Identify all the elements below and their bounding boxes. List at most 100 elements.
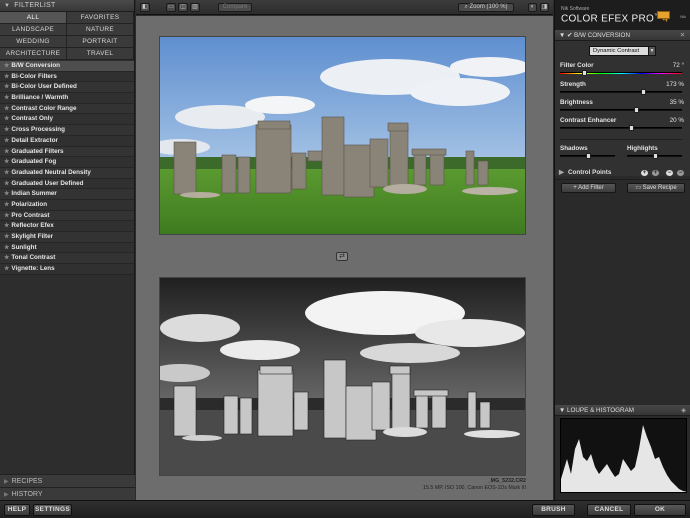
top-toolbar: ◧ ▭ ◫ ▥ Compare ⌕ Zoom (100 %) ◐ ◨ [136, 0, 553, 15]
help-button[interactable]: HELP [4, 504, 30, 516]
compare-button[interactable]: Compare [218, 3, 252, 12]
star-icon[interactable]: ★ [4, 74, 9, 80]
loupe-histogram-header[interactable]: ▼ LOUPE & HISTOGRAM ◈ [555, 405, 690, 416]
method-dropdown[interactable]: Dynamic Contrast [589, 46, 652, 56]
slider-thumb[interactable] [640, 89, 646, 95]
filter-item[interactable]: ★ Vignette: Lens [0, 264, 134, 275]
star-icon[interactable]: ★ [4, 223, 9, 229]
filter-item[interactable]: ★ Graduated User Defined [0, 178, 134, 190]
filterlist-header[interactable]: ▼ FILTERLIST [0, 0, 134, 12]
category-all[interactable]: ALL [0, 12, 67, 24]
remove-control-point-icon[interactable]: − [665, 169, 674, 177]
filter-item[interactable]: ★ Brilliance / Warmth [0, 93, 134, 104]
star-icon[interactable]: ★ [4, 106, 9, 112]
star-icon[interactable]: ★ [4, 116, 9, 122]
bw-preview-image[interactable] [159, 277, 526, 476]
color-preview-image[interactable] [159, 36, 526, 235]
star-icon[interactable]: ★ [4, 255, 9, 261]
settings-button[interactable]: SETTINGS [33, 504, 72, 516]
slider-thumb[interactable] [628, 125, 634, 131]
bw-conversion-header[interactable]: ▼ ✔ B/W CONVERSION ✕ [555, 30, 690, 41]
category-wedding[interactable]: WEDDING [0, 36, 67, 48]
cancel-button[interactable]: CANCEL [587, 504, 631, 516]
filter-item[interactable]: ★ Contrast Only [0, 114, 134, 126]
pin-icon[interactable]: ◈ [681, 405, 686, 416]
split-view-icon[interactable]: ◫ [178, 3, 188, 12]
filter-item[interactable]: ★ Polarization [0, 199, 134, 211]
side-by-side-view-icon[interactable]: ▥ [190, 3, 200, 12]
control-point-plus-icon[interactable]: + [651, 169, 660, 177]
swap-icon[interactable]: ⇄ [336, 252, 348, 261]
star-icon[interactable]: ★ [4, 266, 9, 272]
star-icon[interactable]: ★ [4, 95, 9, 101]
category-architecture[interactable]: ARCHITECTURE [0, 48, 67, 60]
slider-value[interactable]: 20 % [670, 117, 684, 124]
highlights-slider[interactable] [627, 153, 682, 159]
filter-color-slider[interactable] [560, 70, 682, 76]
star-icon[interactable]: ★ [4, 170, 9, 176]
slider-thumb[interactable] [653, 153, 658, 159]
dropdown-arrow-icon[interactable]: ▼ [648, 46, 656, 56]
star-icon[interactable]: ★ [4, 63, 9, 69]
slider-value[interactable]: 173 % [666, 81, 684, 88]
star-icon[interactable]: ★ [4, 138, 9, 144]
control-point-minus-icon[interactable]: − [676, 169, 685, 177]
star-icon[interactable]: ★ [4, 213, 9, 219]
contrast-enhancer-slider[interactable] [560, 125, 682, 131]
filter-item[interactable]: ★ Graduated Neutral Density [0, 167, 134, 179]
brush-button[interactable]: BRUSH [532, 504, 575, 516]
toggle-right-panel-icon[interactable]: ◨ [540, 3, 549, 12]
filter-item[interactable]: ★ Tonal Contrast [0, 253, 134, 265]
star-icon[interactable]: ★ [4, 202, 9, 208]
star-icon[interactable]: ★ [4, 127, 9, 133]
filter-item[interactable]: ★ Detail Extractor [0, 135, 134, 147]
star-icon[interactable]: ★ [4, 234, 9, 240]
filter-item[interactable]: ★ Sunlight [0, 242, 134, 254]
shadows-slider[interactable] [560, 153, 615, 159]
brightness-slider[interactable] [560, 107, 682, 113]
star-icon[interactable]: ★ [4, 84, 9, 90]
filter-item[interactable]: ★ Graduated Fog [0, 157, 134, 168]
add-filter-button[interactable]: + Add Filter [561, 183, 616, 193]
bg-color-icon[interactable]: ◐ [528, 3, 537, 12]
category-portrait[interactable]: PORTRAIT [67, 36, 134, 48]
filter-item[interactable]: ★ Bi-Color Filters [0, 71, 134, 83]
filter-item[interactable]: ★ Indian Summer [0, 189, 134, 200]
filter-item[interactable]: ★ Reflector Efex [0, 221, 134, 232]
slider-value[interactable]: 35 % [670, 99, 684, 106]
add-control-point-icon[interactable]: + [640, 169, 649, 177]
filter-item[interactable]: ★ Contrast Color Range [0, 103, 134, 115]
slider-thumb[interactable] [633, 107, 639, 113]
filter-item[interactable]: ★ Pro Contrast [0, 210, 134, 222]
save-recipe-button[interactable]: ▭ Save Recipe [627, 183, 685, 193]
recipes-section[interactable]: ▶ RECIPES [0, 474, 135, 487]
section-title: B/W CONVERSION [574, 32, 630, 39]
star-icon[interactable]: ★ [4, 181, 9, 187]
category-nature[interactable]: NATURE [67, 24, 134, 36]
toggle-left-panel-icon[interactable]: ◧ [140, 3, 150, 12]
collapse-arrow-icon: ▼ [559, 407, 566, 414]
category-favorites[interactable]: FAVORITES [67, 12, 134, 24]
filter-item[interactable]: ★ Bi-Color User Defined [0, 82, 134, 94]
enable-checkbox-icon[interactable]: ✔ [567, 32, 572, 39]
star-icon[interactable]: ★ [4, 159, 9, 165]
star-icon[interactable]: ★ [4, 245, 9, 251]
filter-item[interactable]: ★ Graduated Filters [0, 146, 134, 158]
slider-thumb[interactable] [582, 70, 588, 76]
category-travel[interactable]: TRAVEL [67, 48, 134, 60]
filter-item[interactable]: ★ Skylight Filter [0, 232, 134, 243]
history-section[interactable]: ▶ HISTORY [0, 487, 135, 500]
filter-item[interactable]: ★ B/W Conversion [0, 61, 134, 72]
filter-item[interactable]: ★ Cross Processing [0, 125, 134, 136]
slider-value[interactable]: 72 ° [673, 62, 684, 69]
zoom-dropdown[interactable]: ⌕ Zoom (100 %) [458, 3, 514, 12]
star-icon[interactable]: ★ [4, 191, 9, 197]
single-view-icon[interactable]: ▭ [166, 3, 176, 12]
remove-filter-icon[interactable]: ✕ [680, 30, 685, 41]
slider-thumb[interactable] [586, 153, 591, 159]
star-icon[interactable]: ★ [4, 149, 9, 155]
control-points-row[interactable]: ▶ Control Points + + − − [555, 167, 690, 179]
category-landscape[interactable]: LANDSCAPE [0, 24, 67, 36]
ok-button[interactable]: OK [634, 504, 686, 516]
strength-slider[interactable] [560, 89, 682, 95]
